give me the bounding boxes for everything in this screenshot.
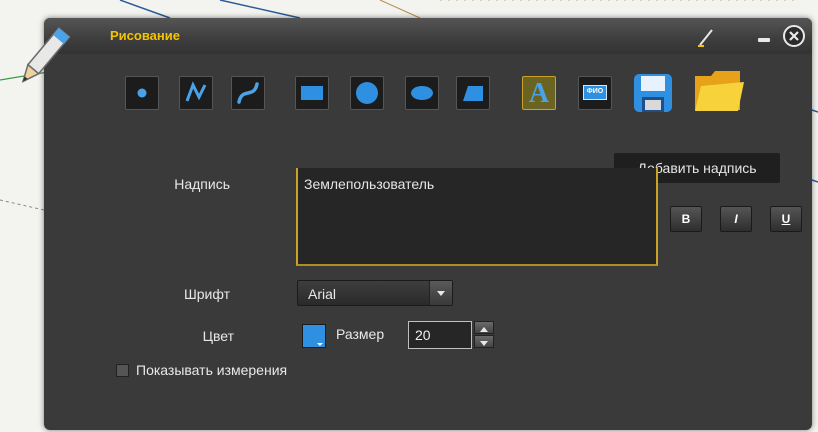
edit-pencil-icon[interactable]	[696, 26, 718, 48]
caption-textarea[interactable]: Землепользователь	[296, 168, 658, 266]
show-measurements-label: Показывать измерения	[136, 362, 288, 378]
rectangle-icon	[301, 86, 323, 100]
size-spinner[interactable]	[474, 321, 496, 349]
chevron-down-icon[interactable]	[429, 281, 452, 305]
chevron-down-icon	[317, 343, 323, 346]
size-decrease-button[interactable]	[474, 335, 494, 348]
dialog-title: Рисование	[110, 28, 180, 43]
point-icon	[137, 88, 147, 98]
font-select-value: Arial	[308, 286, 337, 302]
text-icon: A	[528, 78, 550, 109]
size-increase-button[interactable]	[474, 321, 494, 334]
tool-curve[interactable]	[231, 76, 265, 110]
polyline-icon	[185, 81, 207, 102]
close-button[interactable]	[782, 24, 806, 48]
size-input[interactable]: 20	[408, 321, 472, 349]
open-folder-icon[interactable]	[692, 64, 746, 116]
size-label: Размер	[336, 326, 385, 342]
minimize-button[interactable]	[758, 38, 770, 42]
pencil-logo-icon	[21, 26, 71, 83]
ellipse-icon	[411, 86, 433, 100]
fio-icon: ФИО	[583, 85, 607, 100]
circle-icon	[356, 82, 378, 104]
italic-button[interactable]: I	[720, 206, 752, 232]
save-icon[interactable]	[632, 72, 674, 114]
tool-circle[interactable]	[350, 76, 384, 110]
font-select[interactable]: Arial	[297, 280, 453, 306]
tool-fio[interactable]: ФИО	[578, 76, 612, 110]
tool-ellipse[interactable]	[405, 76, 439, 110]
tool-rectangle[interactable]	[295, 76, 329, 110]
caption-label: Надпись	[174, 176, 230, 192]
color-label: Цвет	[202, 328, 234, 344]
curve-icon	[237, 82, 259, 104]
color-picker[interactable]	[302, 324, 326, 348]
drawing-dialog: Рисование A ФИО Добавить надпись Надпись…	[44, 18, 812, 430]
underline-button[interactable]: U	[770, 206, 802, 232]
tool-text[interactable]: A	[522, 76, 556, 110]
font-label: Шрифт	[183, 286, 230, 302]
tool-polyline[interactable]	[179, 76, 213, 110]
bold-button[interactable]: B	[670, 206, 702, 232]
tool-point[interactable]	[125, 76, 159, 110]
tool-polygon[interactable]	[456, 76, 490, 110]
dialog-titlebar[interactable]: Рисование	[44, 18, 812, 54]
polygon-icon	[463, 86, 483, 101]
show-measurements-checkbox[interactable]	[116, 364, 129, 377]
